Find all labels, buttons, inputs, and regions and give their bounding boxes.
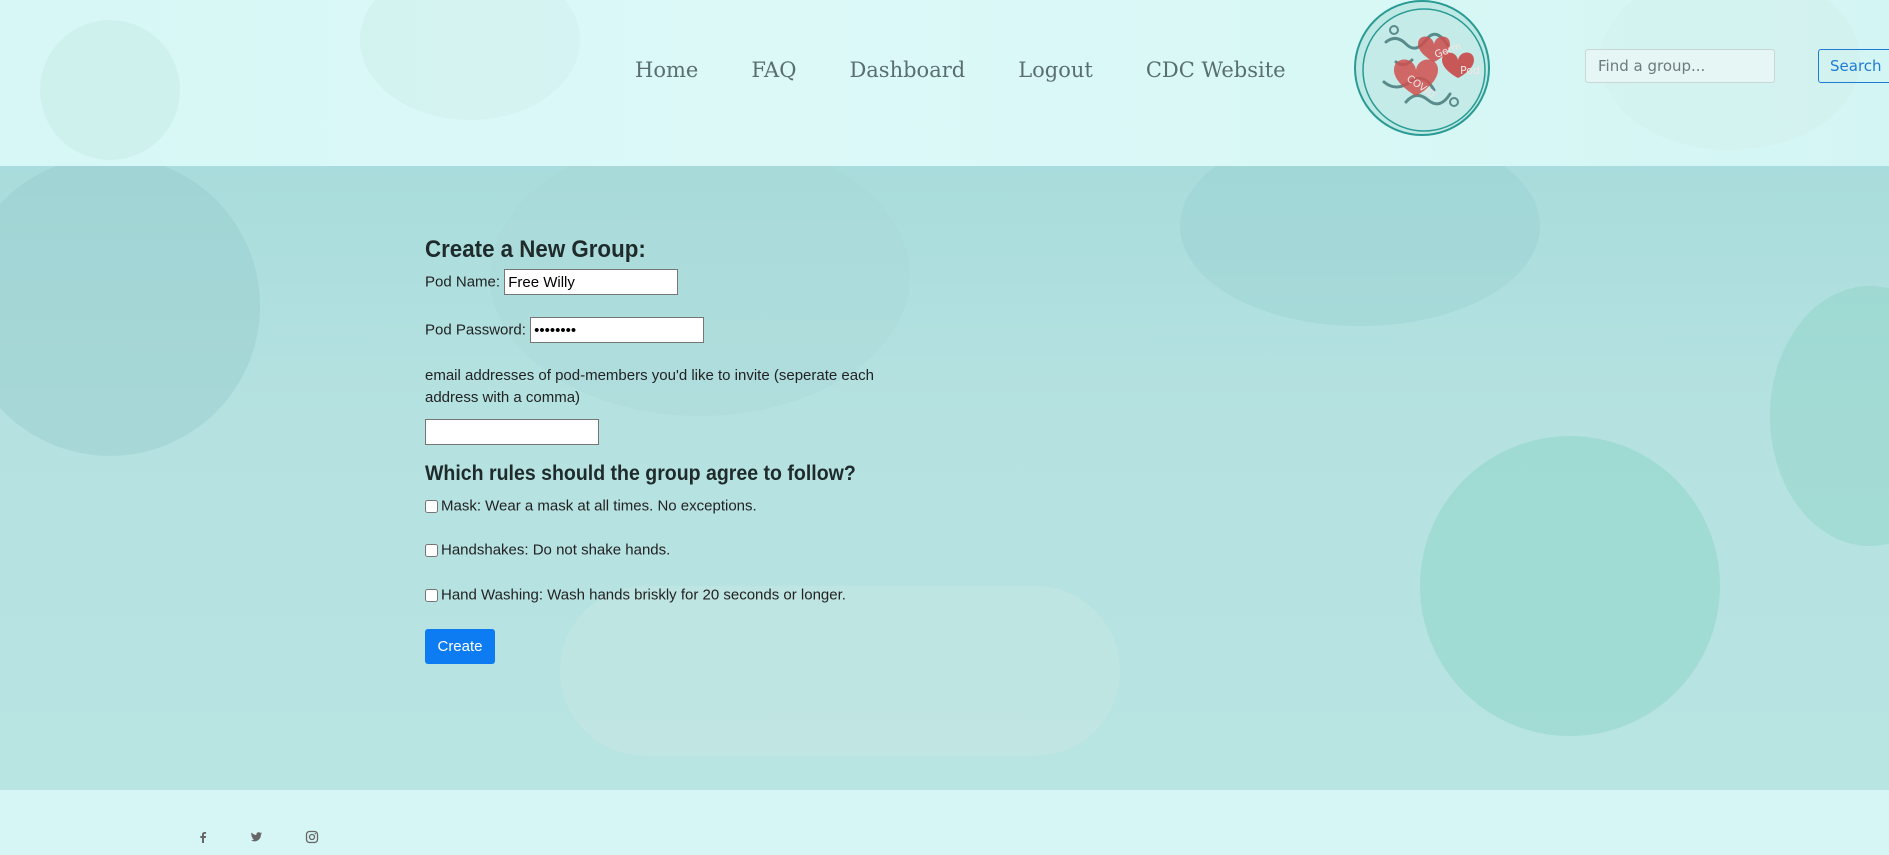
email-invite-field[interactable] [425,419,599,445]
rule-handshakes-label: Handshakes: Do not shake hands. [441,541,671,559]
background-virus-shape [1770,286,1889,546]
background-virus-shape [0,166,260,456]
pod-password-row: Pod Password: [425,317,705,343]
nav-home[interactable]: Home [635,58,698,82]
nav-cdc-website[interactable]: CDC Website [1146,58,1286,82]
background-virus-shape [1180,166,1540,326]
nav-dashboard[interactable]: Dashboard [849,58,965,82]
rule-hand-washing-checkbox[interactable] [425,588,438,602]
logo-text-pod: Pod [1460,64,1480,77]
pod-password-label: Pod Password: [425,321,526,339]
background-blob [360,0,580,120]
background-blob [40,20,180,160]
rules-title: Which rules should the group agree to fo… [425,462,856,485]
nav-faq[interactable]: FAQ [751,58,796,82]
covid-germ-pod-logo[interactable]: Germ Pod COVID [1354,0,1490,136]
rule-hand-washing: Hand Washing: Wash hands briskly for 20 … [425,586,846,604]
pod-name-label: Pod Name: [425,273,501,291]
site-header: Home FAQ Dashboard Logout CDC Website Ge… [0,0,1889,166]
facebook-icon[interactable] [196,830,210,844]
pod-name-row: Pod Name: [425,269,679,295]
email-invite-label: email addresses of pod-members you'd lik… [425,367,874,406]
twitter-icon[interactable] [249,830,263,844]
create-button[interactable]: Create [425,629,495,664]
search-button[interactable]: Search [1818,49,1889,83]
create-group-form: Create a New Group: Pod Name: Pod Passwo… [425,236,945,696]
rule-mask: Mask: Wear a mask at all times. No excep… [425,497,757,515]
rule-handshakes: Handshakes: Do not shake hands. [425,541,670,559]
logo-graphic: Germ Pod COVID [1362,8,1486,132]
site-footer [0,790,1889,855]
rule-handshakes-checkbox[interactable] [425,543,438,557]
pod-name-field[interactable] [504,269,679,295]
instagram-icon[interactable] [305,830,319,844]
main-nav: Home FAQ Dashboard Logout CDC Website [635,58,1339,82]
search-input[interactable] [1585,49,1775,83]
pod-password-field[interactable] [530,317,705,343]
main-content: Create a New Group: Pod Name: Pod Passwo… [0,166,1889,790]
email-invite-row [425,419,599,445]
rule-mask-checkbox[interactable] [425,499,438,513]
rule-hand-washing-label: Hand Washing: Wash hands briskly for 20 … [441,586,846,604]
form-title: Create a New Group: [425,236,646,263]
rule-mask-label: Mask: Wear a mask at all times. No excep… [441,497,757,515]
nav-logout[interactable]: Logout [1018,58,1093,82]
background-virus-shape [1420,436,1720,736]
